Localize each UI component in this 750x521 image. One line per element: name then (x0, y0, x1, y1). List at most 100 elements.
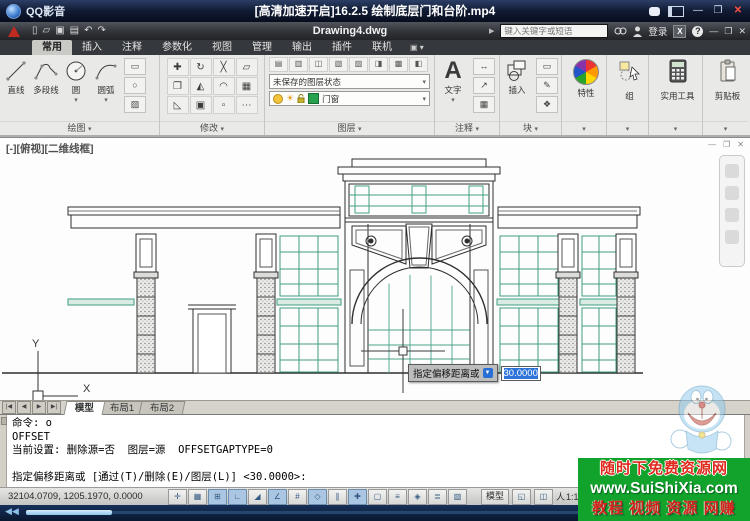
rectangle-icon[interactable]: ▭ (124, 58, 146, 75)
block-edit-icon[interactable]: ▭ (536, 58, 558, 75)
layer-walk-icon[interactable]: ◧ (409, 57, 428, 72)
zoom-icon[interactable] (725, 208, 739, 222)
more-modify-icon[interactable]: ⋯ (235, 96, 258, 114)
model-space-button[interactable]: 模型 (481, 488, 510, 505)
quickview-layouts-icon[interactable]: ◱ (512, 488, 532, 505)
layer-lock-icon[interactable]: ▨ (349, 57, 368, 72)
acad-minimize-button[interactable]: — (709, 26, 718, 36)
quickview-drawings-icon[interactable]: ◫ (534, 488, 554, 505)
otrack-toggle[interactable]: ◇ (308, 488, 327, 505)
dimension-icon[interactable]: ↔ (473, 58, 495, 75)
clipboard-icon[interactable] (718, 59, 738, 88)
ribbon-options-icon[interactable]: ▣ ▾ (410, 40, 424, 55)
tab-last-icon[interactable]: ▶| (47, 401, 61, 414)
block-create-icon[interactable]: ✎ (536, 77, 558, 94)
erase-icon[interactable]: ▱ (235, 58, 258, 76)
command-left-strip[interactable] (0, 415, 7, 488)
cycling-toggle[interactable]: ≣ (428, 488, 447, 505)
layer-off-icon[interactable]: ▥ (289, 57, 308, 72)
playlist-panel-icon[interactable] (668, 5, 684, 17)
explode-icon[interactable]: ▫ (212, 96, 235, 114)
player-maximize-button[interactable]: ❐ (712, 0, 724, 22)
pan-icon[interactable] (725, 186, 739, 200)
annot-toggle[interactable]: ▧ (448, 488, 467, 505)
arc-tool[interactable]: 圆弧 ▾ (92, 58, 120, 121)
array-icon[interactable]: ▦ (235, 77, 258, 95)
fillet-icon[interactable]: ◠ (212, 77, 235, 95)
dyn-toggle[interactable]: ✚ (348, 488, 367, 505)
table-icon[interactable]: ▦ (473, 96, 495, 113)
tab-insert[interactable]: 插入 (72, 40, 112, 55)
tab-plugins[interactable]: 插件 (322, 40, 362, 55)
layer-color-swatch[interactable] (308, 93, 320, 104)
acad-maximize-button[interactable]: ❐ (724, 26, 732, 37)
layer-on-bulb-icon[interactable] (273, 93, 283, 104)
rewind-icon[interactable]: ◀◀ (5, 506, 19, 517)
tab-parametric[interactable]: 参数化 (152, 40, 202, 55)
dynamic-input-down-icon[interactable]: ▼ (482, 368, 493, 378)
ortho-toggle[interactable]: ∟ (228, 488, 247, 505)
command-history[interactable]: 命令: o OFFSET 当前设置: 删除源=否 图层=源 OFFSETGAPT… (12, 417, 307, 485)
save-icon[interactable]: ▣ (55, 23, 64, 39)
command-prompt[interactable]: 指定偏移距离或 [通过(T)/删除(E)/图层(L)] <30.0000>: (12, 471, 307, 485)
panel-layers-label[interactable]: 图层 ▾ (265, 121, 434, 135)
trim-icon[interactable]: ╳ (212, 58, 235, 76)
group-icon[interactable] (618, 59, 642, 88)
acad-close-button[interactable]: ✕ (738, 26, 746, 37)
search-input[interactable] (500, 24, 609, 38)
layer-match-icon[interactable]: ◨ (369, 57, 388, 72)
undo-icon[interactable]: ↶ (84, 23, 92, 39)
tab-next-icon[interactable]: ▶ (32, 401, 46, 414)
new-file-icon[interactable]: ▯ (32, 23, 38, 39)
message-icon[interactable] (649, 6, 660, 16)
scale-icon[interactable]: ▣ (189, 96, 212, 114)
hatch-icon[interactable]: ▨ (124, 96, 146, 113)
panel-utilities-label[interactable]: ▾ (649, 121, 702, 135)
panel-block-label[interactable]: 块 ▾ (500, 121, 561, 135)
panel-clipboard-label[interactable]: ▾ (703, 121, 748, 135)
text-tool[interactable]: A 文字 ▾ (439, 58, 467, 121)
acad-app-menu-button[interactable] (2, 23, 26, 39)
polyline-tool[interactable]: 多段线 (32, 58, 60, 121)
drawing-area[interactable]: Y X (0, 137, 750, 402)
leader-icon[interactable]: ↗ (473, 77, 495, 94)
ellipse-icon[interactable]: ○ (124, 77, 146, 94)
layer-thaw-sun-icon[interactable]: ☀ (286, 93, 294, 104)
tab-online[interactable]: 联机 (362, 40, 402, 55)
snap-toggle[interactable]: ▦ (188, 488, 207, 505)
help-icon[interactable]: ? (692, 25, 704, 37)
polar-toggle[interactable]: ◢ (248, 488, 267, 505)
layout-tab-layout2[interactable]: 布局2 (138, 401, 187, 415)
panel-draw-label[interactable]: 绘图 ▾ (0, 121, 159, 135)
chevron-down-icon[interactable]: ▾ (74, 96, 78, 104)
player-minimize-button[interactable]: — (692, 0, 704, 22)
layer-unlock-icon[interactable] (297, 94, 305, 103)
player-close-button[interactable]: ✕ (732, 0, 744, 22)
move-icon[interactable]: ✚ (166, 58, 189, 76)
layer-isolate-icon[interactable]: ◫ (309, 57, 328, 72)
dynamic-input-value[interactable]: 30.0000 (500, 365, 541, 381)
layout-tab-model[interactable]: 模型 (63, 401, 106, 415)
ducs-toggle[interactable]: ∥ (328, 488, 347, 505)
plot-icon[interactable]: ▤ (70, 23, 79, 39)
lwt-toggle[interactable]: ▢ (368, 488, 387, 505)
search-arrow-icon[interactable]: ▶ (489, 27, 494, 35)
vp-restore-icon[interactable]: ❐ (723, 140, 730, 149)
infer-toggle[interactable]: ✛ (168, 488, 187, 505)
circle-tool[interactable]: 圆 ▾ (62, 58, 90, 121)
layer-dropdown[interactable]: ☀ 门窗 ▾ (269, 91, 430, 106)
panel-properties-label[interactable]: ▾ (562, 121, 606, 135)
fullnav-wheel-icon[interactable] (725, 164, 739, 178)
chevron-down-icon[interactable]: ▾ (104, 96, 108, 104)
exchange-apps-icon[interactable]: X (673, 24, 687, 38)
tab-prev-icon[interactable]: ◀ (17, 401, 31, 414)
orbit-icon[interactable] (725, 230, 739, 244)
stretch-icon[interactable]: ◺ (166, 96, 189, 114)
block-attr-icon[interactable]: ❖ (536, 96, 558, 113)
grid-toggle[interactable]: ⊞ (208, 488, 227, 505)
layer-state-dropdown[interactable]: 未保存的图层状态 ▾ (269, 74, 430, 89)
mirror-icon[interactable]: ◭ (189, 77, 212, 95)
tab-view[interactable]: 视图 (202, 40, 242, 55)
redo-icon[interactable]: ↷ (98, 23, 106, 39)
properties-colorwheel-icon[interactable] (573, 59, 599, 85)
